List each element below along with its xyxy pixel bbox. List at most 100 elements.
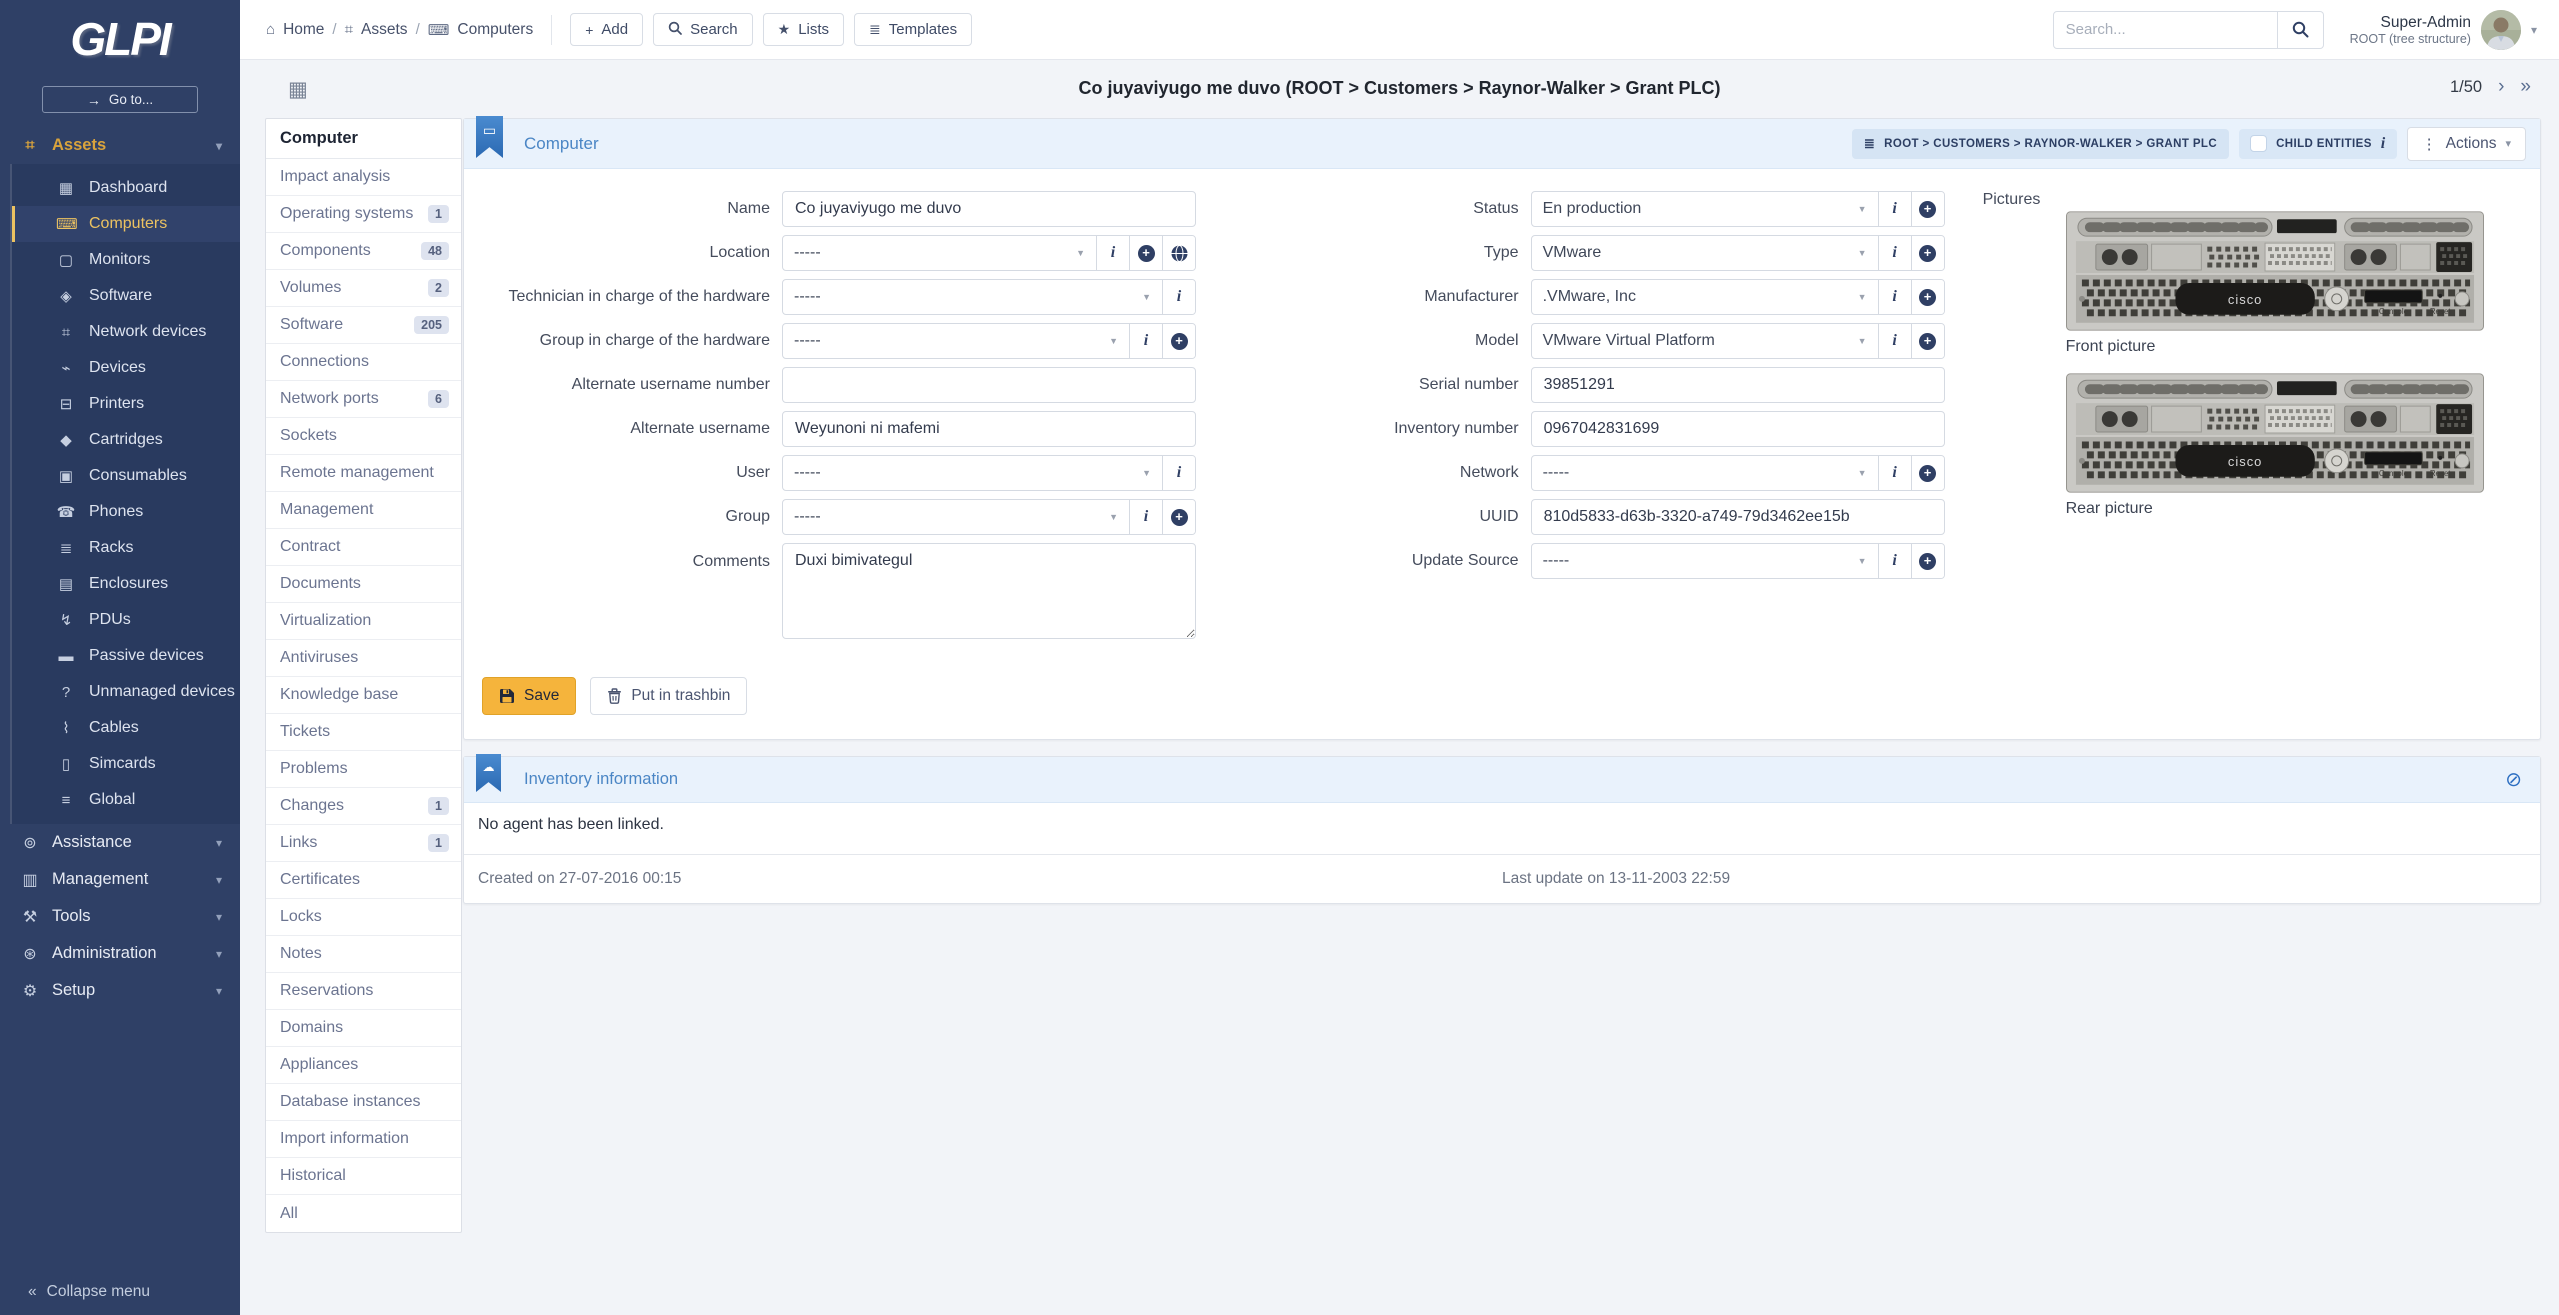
tab-certificates[interactable]: Certificates	[266, 862, 461, 899]
tab-software[interactable]: Software 205	[266, 307, 461, 344]
tab-remote-management[interactable]: Remote management	[266, 455, 461, 492]
group-hardware-add-button[interactable]: +	[1162, 324, 1195, 358]
network-info-button[interactable]: i	[1877, 456, 1911, 490]
tab-components[interactable]: Components 48	[266, 233, 461, 270]
tab-reservations[interactable]: Reservations	[266, 973, 461, 1010]
location-select[interactable]: ----- ▼	[783, 236, 1096, 270]
technician-select[interactable]: ----- ▼	[783, 280, 1162, 314]
network-select[interactable]: ----- ▼	[1532, 456, 1878, 490]
group-hardware-select[interactable]: ----- ▼	[783, 324, 1129, 358]
serial-input[interactable]	[1530, 367, 1945, 403]
group-select[interactable]: ----- ▼	[783, 500, 1129, 534]
tab-virtualization[interactable]: Virtualization	[266, 603, 461, 640]
user-select[interactable]: ----- ▼	[783, 456, 1162, 490]
tab-network-ports[interactable]: Network ports 6	[266, 381, 461, 418]
status-select[interactable]: En production ▼	[1532, 192, 1878, 226]
sidebar-item-software[interactable]: ◈ Software	[12, 278, 240, 314]
sidebar-item-monitors[interactable]: ▢ Monitors	[12, 242, 240, 278]
tab-changes[interactable]: Changes 1	[266, 788, 461, 825]
tab-links[interactable]: Links 1	[266, 825, 461, 862]
model-info-button[interactable]: i	[1877, 324, 1911, 358]
sidebar-section-assets[interactable]: ⌗ Assets ▾	[0, 127, 240, 164]
breadcrumb-home[interactable]: ⌂ Home	[266, 21, 324, 39]
breadcrumb-computers[interactable]: ⌨ Computers	[428, 21, 533, 39]
tab-sockets[interactable]: Sockets	[266, 418, 461, 455]
templates-button[interactable]: ≣ Templates	[854, 13, 973, 46]
tab-appliances[interactable]: Appliances	[266, 1047, 461, 1084]
actions-button[interactable]: ⋮ Actions ▾	[2406, 126, 2526, 161]
alt-username-input[interactable]	[782, 411, 1196, 447]
search-submit-button[interactable]	[2277, 10, 2324, 49]
tab-computer[interactable]: Computer	[266, 119, 461, 159]
status-add-button[interactable]: +	[1910, 192, 1944, 226]
sidebar-item-racks[interactable]: ≣ Racks	[12, 530, 240, 566]
location-map-button[interactable]	[1162, 236, 1195, 270]
sidebar-item-unmanaged-devices[interactable]: ? Unmanaged devices	[12, 674, 240, 710]
glpi-logo[interactable]: GLPI	[0, 0, 240, 78]
tab-management[interactable]: Management	[266, 492, 461, 529]
lists-button[interactable]: ★ Lists	[762, 13, 845, 46]
tab-antiviruses[interactable]: Antiviruses	[266, 640, 461, 677]
sidebar-item-dashboard[interactable]: ▦ Dashboard	[12, 170, 240, 206]
goto-button[interactable]: → Go to...	[42, 86, 198, 113]
global-search-input[interactable]	[2052, 10, 2278, 49]
tab-contract[interactable]: Contract	[266, 529, 461, 566]
sidebar-section-administration[interactable]: ⊛ Administration ▾	[0, 935, 240, 972]
user-menu[interactable]: Super-Admin ROOT (tree structure) ▾	[2350, 9, 2537, 50]
breadcrumb-assets[interactable]: ⌗ Assets	[345, 21, 408, 39]
next-page-button[interactable]: ›	[2498, 76, 2504, 98]
tab-volumes[interactable]: Volumes 2	[266, 270, 461, 307]
sidebar-item-computers[interactable]: ⌨ Computers	[12, 206, 240, 242]
add-button[interactable]: + Add	[570, 13, 644, 46]
group-hardware-info-button[interactable]: i	[1129, 324, 1162, 358]
sidebar-item-network-devices[interactable]: ⌗ Network devices	[12, 314, 240, 350]
tab-impact-analysis[interactable]: Impact analysis	[266, 159, 461, 196]
tab-connections[interactable]: Connections	[266, 344, 461, 381]
tab-tickets[interactable]: Tickets	[266, 714, 461, 751]
sidebar-item-cables[interactable]: ⌇ Cables	[12, 710, 240, 746]
sidebar-item-printers[interactable]: ⊟ Printers	[12, 386, 240, 422]
network-add-button[interactable]: +	[1910, 456, 1944, 490]
sidebar-item-devices[interactable]: ⌁ Devices	[12, 350, 240, 386]
tab-documents[interactable]: Documents	[266, 566, 461, 603]
sidebar-item-passive-devices[interactable]: ▬ Passive devices	[12, 638, 240, 674]
tab-knowledge-base[interactable]: Knowledge base	[266, 677, 461, 714]
tab-operating-systems[interactable]: Operating systems 1	[266, 196, 461, 233]
tab-notes[interactable]: Notes	[266, 936, 461, 973]
sidebar-section-management[interactable]: ▥ Management ▾	[0, 861, 240, 898]
update-source-add-button[interactable]: +	[1910, 544, 1944, 578]
location-info-button[interactable]: i	[1096, 236, 1129, 270]
child-entities-toggle[interactable]	[2250, 135, 2268, 152]
put-in-trashbin-button[interactable]: Put in trashbin	[590, 677, 748, 715]
comments-textarea[interactable]	[782, 543, 1196, 639]
sidebar-item-cartridges[interactable]: ◆ Cartridges	[12, 422, 240, 458]
sidebar-section-setup[interactable]: ⚙ Setup ▾	[0, 972, 240, 1009]
sidebar-item-global[interactable]: ≡ Global	[12, 782, 240, 818]
inventory-number-input[interactable]	[1530, 411, 1945, 447]
technician-info-button[interactable]: i	[1162, 280, 1195, 314]
group-info-button[interactable]: i	[1129, 500, 1162, 534]
sidebar-item-consumables[interactable]: ▣ Consumables	[12, 458, 240, 494]
sidebar-section-assistance[interactable]: ⊚ Assistance ▾	[0, 824, 240, 861]
entity-breadcrumb[interactable]: ≣ ROOT > CUSTOMERS > RAYNOR-WALKER > GRA…	[1851, 128, 2230, 159]
update-source-info-button[interactable]: i	[1877, 544, 1911, 578]
location-add-button[interactable]: +	[1129, 236, 1162, 270]
search-button[interactable]: Search	[653, 13, 753, 46]
model-select[interactable]: VMware Virtual Platform ▼	[1532, 324, 1878, 358]
tab-database-instances[interactable]: Database instances	[266, 1084, 461, 1121]
last-page-button[interactable]: »	[2520, 76, 2531, 98]
save-button[interactable]: Save	[482, 677, 577, 715]
tab-import-information[interactable]: Import information	[266, 1121, 461, 1158]
sidebar-section-tools[interactable]: ⚒ Tools ▾	[0, 898, 240, 935]
sidebar-item-simcards[interactable]: ▯ Simcards	[12, 746, 240, 782]
tab-domains[interactable]: Domains	[266, 1010, 461, 1047]
status-info-button[interactable]: i	[1877, 192, 1911, 226]
update-source-select[interactable]: ----- ▼	[1532, 544, 1878, 578]
manufacturer-add-button[interactable]: +	[1910, 280, 1944, 314]
type-info-button[interactable]: i	[1877, 236, 1911, 270]
info-icon[interactable]: i	[2381, 135, 2386, 153]
tab-problems[interactable]: Problems	[266, 751, 461, 788]
sidebar-item-phones[interactable]: ☎ Phones	[12, 494, 240, 530]
type-add-button[interactable]: +	[1910, 236, 1944, 270]
type-select[interactable]: VMware ▼	[1532, 236, 1878, 270]
